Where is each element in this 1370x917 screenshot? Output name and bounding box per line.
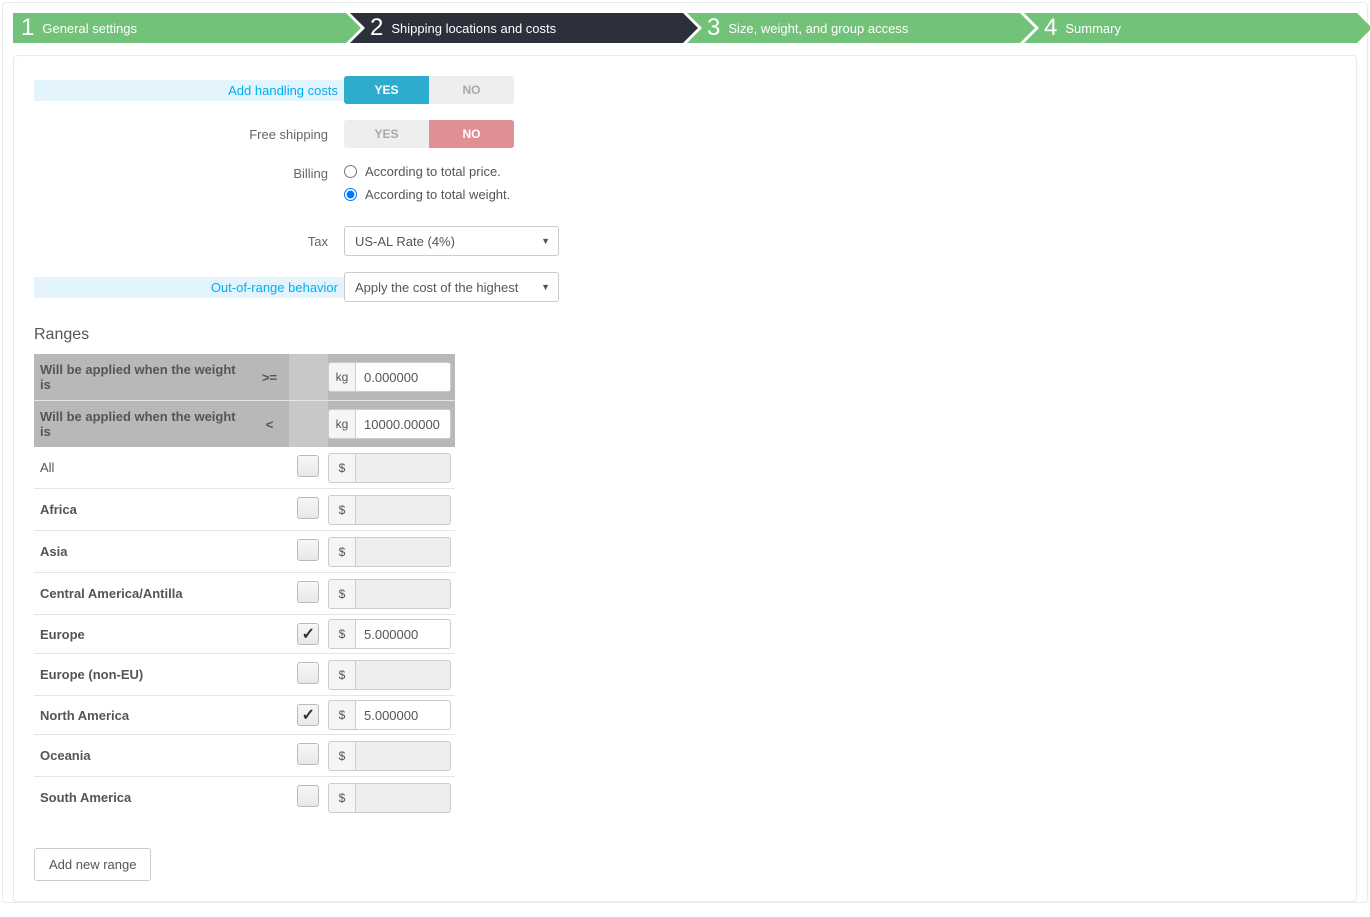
range-from-input[interactable] — [356, 362, 451, 392]
tax-label: Tax — [34, 234, 344, 249]
region-cost-input[interactable] — [356, 700, 451, 730]
currency-unit: $ — [328, 619, 356, 649]
ranges-title: Ranges — [34, 326, 1336, 344]
region-row: Europe (non-EU) $ — [34, 654, 455, 696]
wizard-step-1[interactable]: 1 General settings — [13, 13, 346, 43]
region-name: Europe (non-EU) — [34, 654, 250, 696]
region-cost-input — [356, 537, 451, 567]
step-num: 3 — [707, 16, 720, 40]
region-cost-input — [356, 660, 451, 690]
region-name: Africa — [34, 489, 250, 531]
region-name: Central America/Antilla — [34, 573, 250, 615]
region-row: Europe $ — [34, 615, 455, 654]
toggle-no[interactable]: NO — [429, 120, 514, 148]
region-row: All $ — [34, 447, 455, 489]
currency-unit: $ — [328, 453, 356, 483]
step-label: General settings — [42, 21, 137, 36]
free-shipping-toggle[interactable]: YES NO — [344, 120, 514, 148]
range-from-label: Will be applied when the weight is — [34, 354, 250, 401]
toggle-no[interactable]: NO — [429, 76, 514, 104]
currency-unit: $ — [328, 783, 356, 813]
currency-unit: $ — [328, 537, 356, 567]
wizard-step-3[interactable]: 3 Size, weight, and group access — [687, 13, 1020, 43]
region-row: Oceania $ — [34, 735, 455, 777]
toggle-yes[interactable]: YES — [344, 76, 429, 104]
currency-unit: $ — [328, 495, 356, 525]
add-handling-costs-label: Add handling costs — [34, 80, 344, 101]
billing-label: Billing — [34, 164, 344, 181]
billing-radio-weight-input[interactable] — [344, 188, 357, 201]
region-row: South America $ — [34, 777, 455, 819]
billing-radio-price[interactable]: According to total price. — [344, 164, 510, 179]
region-row: Central America/Antilla $ — [34, 573, 455, 615]
region-name: Oceania — [34, 735, 250, 777]
region-cost-input[interactable] — [356, 619, 451, 649]
region-checkbox[interactable] — [297, 455, 319, 477]
region-checkbox[interactable] — [297, 581, 319, 603]
region-cost-input — [356, 495, 451, 525]
billing-radio-weight[interactable]: According to total weight. — [344, 187, 510, 202]
step-panel: Add handling costs YES NO Free shipping … — [13, 55, 1357, 902]
billing-radio-price-label: According to total price. — [365, 164, 501, 179]
currency-unit: $ — [328, 660, 356, 690]
currency-unit: $ — [328, 741, 356, 771]
region-cost-input — [356, 579, 451, 609]
region-row: North America $ — [34, 696, 455, 735]
range-from-unit: kg — [328, 362, 356, 392]
region-row: Africa $ — [34, 489, 455, 531]
region-checkbox[interactable] — [297, 662, 319, 684]
step-label: Summary — [1065, 21, 1121, 36]
region-checkbox[interactable] — [297, 785, 319, 807]
region-row: Asia $ — [34, 531, 455, 573]
region-cost-input — [356, 783, 451, 813]
region-checkbox[interactable] — [297, 539, 319, 561]
step-label: Size, weight, and group access — [728, 21, 908, 36]
tax-select-value: US-AL Rate (4%) — [355, 234, 455, 249]
out-of-range-label: Out-of-range behavior — [34, 277, 344, 298]
step-num: 1 — [21, 16, 34, 40]
range-to-label: Will be applied when the weight is — [34, 401, 250, 448]
region-cost-input — [356, 453, 451, 483]
range-to-unit: kg — [328, 409, 356, 439]
step-label: Shipping locations and costs — [391, 21, 556, 36]
out-of-range-select-value: Apply the cost of the highest — [355, 280, 518, 295]
toggle-yes[interactable]: YES — [344, 120, 429, 148]
ranges-table: Will be applied when the weight is >= kg… — [34, 354, 455, 818]
region-name: North America — [34, 696, 250, 735]
add-handling-costs-toggle[interactable]: YES NO — [344, 76, 514, 104]
region-name: South America — [34, 777, 250, 819]
wizard-steps: 1 General settings 2 Shipping locations and… — [13, 13, 1357, 43]
out-of-range-select[interactable]: Apply the cost of the highest — [344, 272, 559, 302]
region-cost-input — [356, 741, 451, 771]
add-new-range-button[interactable]: Add new range — [34, 848, 151, 881]
step-num: 4 — [1044, 16, 1057, 40]
range-from-op: >= — [250, 354, 288, 401]
region-checkbox[interactable] — [297, 743, 319, 765]
region-checkbox[interactable] — [297, 704, 319, 726]
wizard-step-4[interactable]: 4 Summary — [1024, 13, 1357, 43]
currency-unit: $ — [328, 579, 356, 609]
range-row-from: Will be applied when the weight is >= kg — [34, 354, 455, 401]
region-name: All — [34, 447, 250, 489]
wizard-step-2[interactable]: 2 Shipping locations and costs — [350, 13, 683, 43]
currency-unit: $ — [328, 700, 356, 730]
step-num: 2 — [370, 16, 383, 40]
range-to-op: < — [250, 401, 288, 448]
billing-radio-price-input[interactable] — [344, 165, 357, 178]
free-shipping-label: Free shipping — [34, 127, 344, 142]
region-checkbox[interactable] — [297, 497, 319, 519]
billing-radio-weight-label: According to total weight. — [365, 187, 510, 202]
region-name: Europe — [34, 615, 250, 654]
range-row-to: Will be applied when the weight is < kg — [34, 401, 455, 448]
region-name: Asia — [34, 531, 250, 573]
region-checkbox[interactable] — [297, 623, 319, 645]
range-to-input[interactable] — [356, 409, 451, 439]
tax-select[interactable]: US-AL Rate (4%) — [344, 226, 559, 256]
